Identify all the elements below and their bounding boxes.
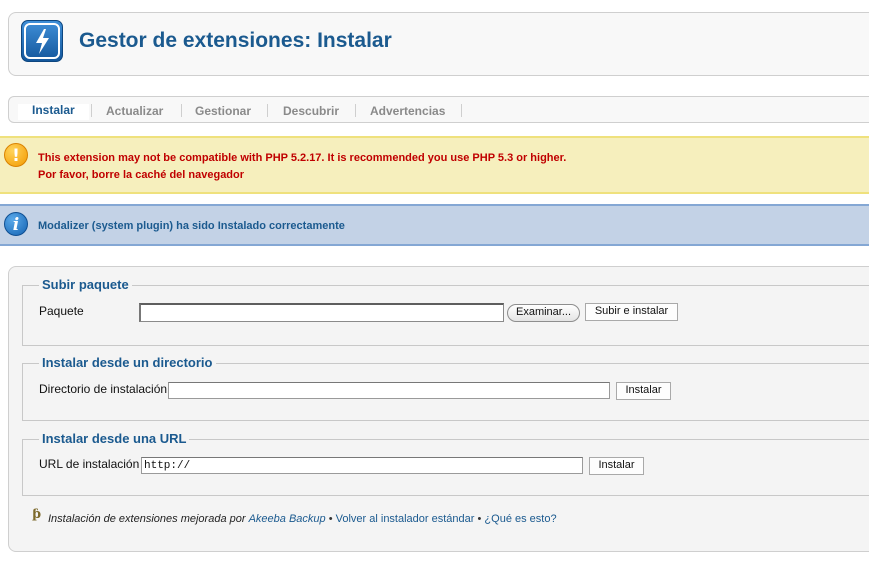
url-label: URL de instalación	[39, 457, 140, 471]
package-file-input[interactable]	[139, 303, 504, 322]
tab-descubrir[interactable]: Descubrir	[283, 104, 339, 118]
footer-separator: •	[328, 513, 333, 525]
upload-package-legend: Subir paquete	[39, 277, 132, 292]
package-label: Paquete	[39, 304, 84, 318]
tab-divider	[91, 104, 92, 117]
footer-text: Instalación de extensiones mejorada por	[48, 513, 246, 525]
what-is-this-link[interactable]: ¿Qué es esto?	[484, 513, 556, 525]
url-legend: Instalar desde una URL	[39, 431, 190, 446]
upload-package-fieldset: Subir paquete Paquete Examinar... Subir …	[22, 277, 869, 346]
info-icon: i	[4, 212, 28, 236]
directory-legend: Instalar desde un directorio	[39, 355, 216, 370]
directory-label: Directorio de instalación	[39, 382, 168, 396]
tab-divider	[267, 104, 268, 117]
footer-separator: •	[477, 513, 482, 525]
tab-gestionar[interactable]: Gestionar	[195, 104, 251, 118]
tab-instalar[interactable]: Instalar	[32, 103, 75, 117]
warning-text-cache: Por favor, borre la caché del navegador	[38, 169, 245, 181]
url-input[interactable]	[141, 457, 583, 474]
directory-install-button[interactable]: Instalar	[616, 382, 671, 400]
warning-text-php: This extension may not be compatible wit…	[38, 152, 567, 164]
akeeba-backup-link[interactable]: Akeeba Backup	[249, 513, 326, 525]
url-fieldset: Instalar desde una URL URL de instalació…	[22, 431, 869, 496]
url-install-button[interactable]: Instalar	[589, 457, 644, 475]
warning-message: ! This extension may not be compatible w…	[0, 136, 869, 194]
info-text: Modalizer (system plugin) ha sido Instal…	[38, 220, 345, 232]
tab-divider	[355, 104, 356, 117]
submenu-tabs: Actualizar Gestionar Descubrir Advertenc…	[8, 96, 869, 123]
browse-button[interactable]: Examinar...	[507, 304, 580, 322]
directory-fieldset: Instalar desde un directorio Directorio …	[22, 355, 869, 421]
tab-divider	[461, 104, 462, 117]
page-title: Gestor de extensiones: Instalar	[79, 29, 392, 52]
plugin-icon: ƥ	[32, 507, 42, 522]
info-message: i Modalizer (system plugin) ha sido Inst…	[0, 204, 869, 246]
exclamation-icon: !	[4, 143, 28, 167]
tab-advertencias[interactable]: Advertencias	[370, 104, 445, 118]
footer-credits: Instalación de extensiones mejorada por …	[48, 513, 557, 525]
revert-installer-link[interactable]: Volver al instalador estándar	[336, 513, 475, 525]
lightning-icon	[21, 20, 63, 62]
tab-divider	[181, 104, 182, 117]
directory-input[interactable]	[168, 382, 610, 399]
upload-install-button[interactable]: Subir e instalar	[585, 303, 678, 321]
tab-actualizar[interactable]: Actualizar	[106, 104, 163, 118]
